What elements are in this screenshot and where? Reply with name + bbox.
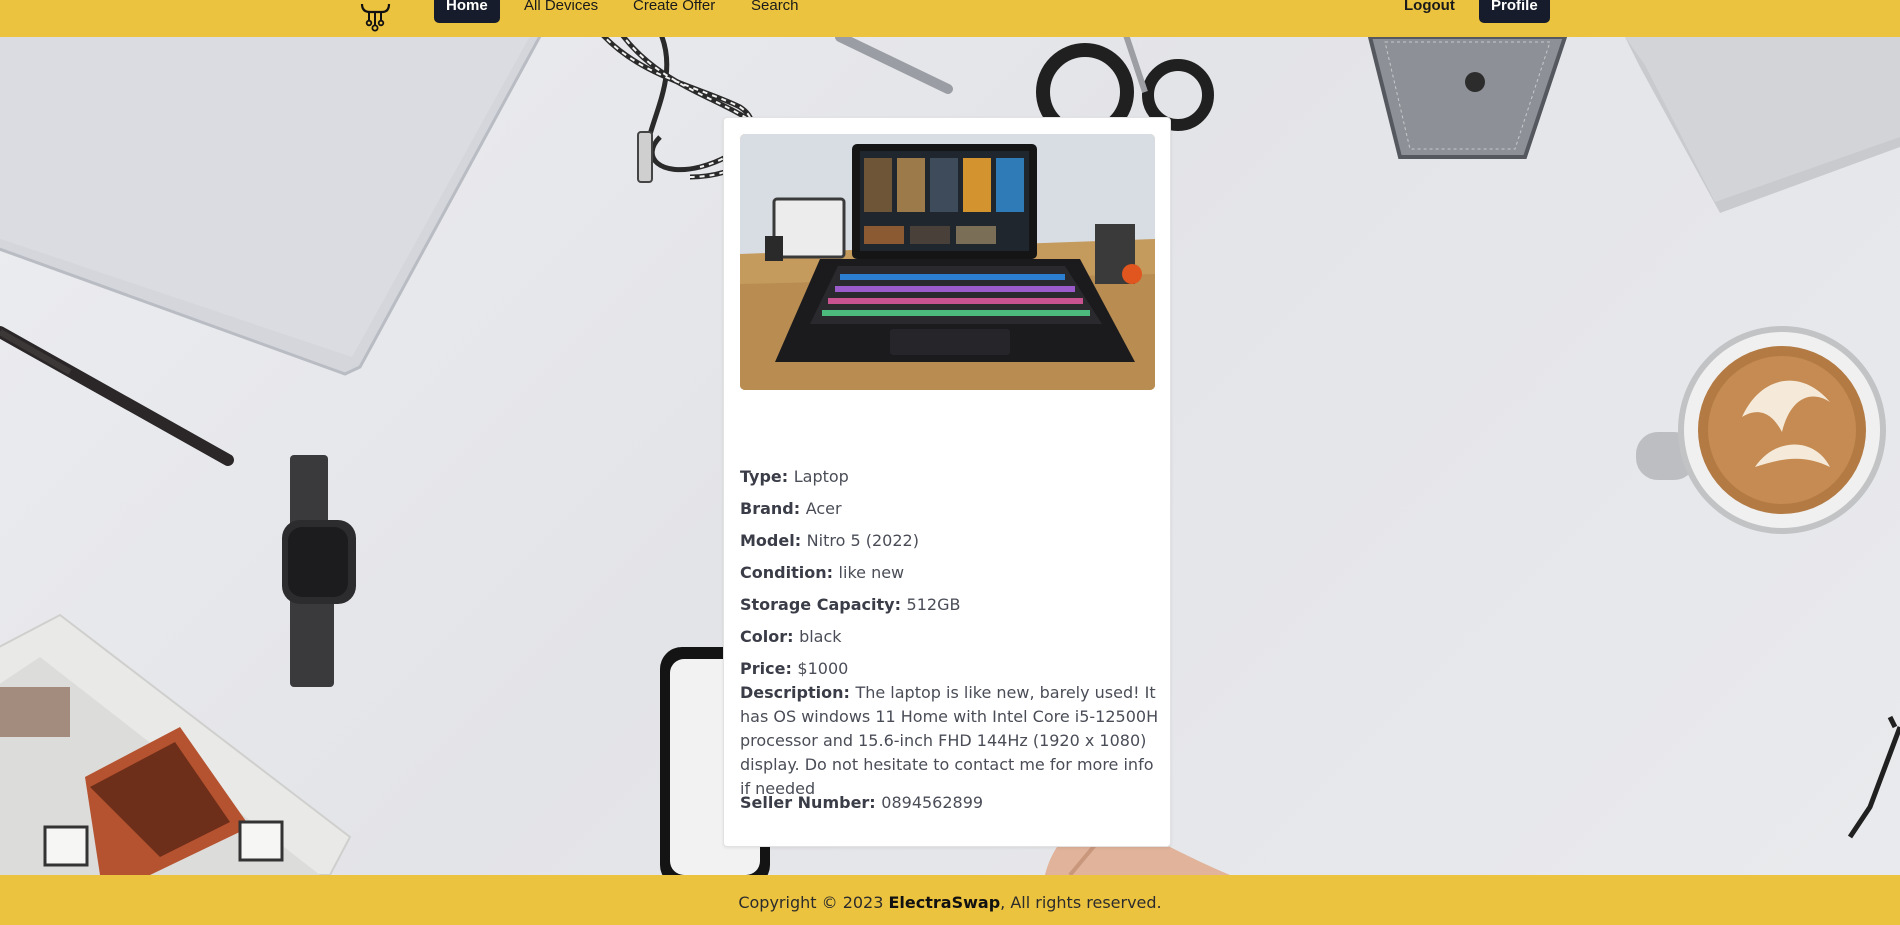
nav-home[interactable]: Home [434, 0, 500, 23]
spec-value: Laptop [793, 467, 849, 486]
spec-condition: Condition: like new [740, 563, 904, 582]
spec-value: Acer [805, 499, 842, 518]
copyright-prefix: Copyright © 2023 [738, 893, 889, 912]
spec-label: Storage Capacity: [740, 595, 907, 614]
copyright-suffix: , All rights reserved. [1000, 893, 1162, 912]
spec-label: Color: [740, 627, 800, 646]
spec-type: Type: Laptop [740, 467, 849, 486]
seller-number-value: 0894562899 [881, 793, 984, 812]
seller-number-label: Seller Number: [740, 793, 882, 812]
logo-icon[interactable] [358, 0, 392, 32]
laptop-photo-icon [740, 134, 1155, 390]
spec-price: Price: $1000 [740, 659, 848, 678]
description-label: Description: [740, 683, 856, 702]
spec-value: like new [838, 563, 905, 582]
spec-value: black [799, 627, 842, 646]
nav-search[interactable]: Search [739, 0, 811, 23]
nav-create-offer[interactable]: Create Offer [621, 0, 727, 23]
footer-brand: ElectraSwap [888, 893, 1001, 912]
spec-label: Model: [740, 531, 807, 550]
spec-label: Condition: [740, 563, 839, 582]
spec-label: Brand: [740, 499, 806, 518]
spec-storage-capacity: Storage Capacity: 512GB [740, 595, 960, 614]
spec-label: Type: [740, 467, 794, 486]
footer: Copyright © 2023 ElectraSwap, All rights… [0, 875, 1900, 925]
spec-brand: Brand: Acer [740, 499, 842, 518]
nav-logout[interactable]: Logout [1392, 0, 1467, 23]
spec-model: Model: Nitro 5 (2022) [740, 531, 919, 550]
device-details-card: Type: Laptop Brand: Acer Model: Nitro 5 … [723, 117, 1171, 847]
nav-all-devices[interactable]: All Devices [512, 0, 610, 23]
nav-profile[interactable]: Profile [1479, 0, 1550, 23]
spec-seller-number: Seller Number: 0894562899 [740, 793, 983, 812]
top-navbar: Home All Devices Create Offer Search Log… [0, 0, 1900, 37]
spec-label: Price: [740, 659, 798, 678]
spec-value: $1000 [797, 659, 849, 678]
spec-value: Nitro 5 (2022) [806, 531, 919, 550]
spec-color: Color: black [740, 627, 842, 646]
spec-description: Description: The laptop is like new, bar… [740, 681, 1160, 801]
spec-value: 512GB [906, 595, 961, 614]
